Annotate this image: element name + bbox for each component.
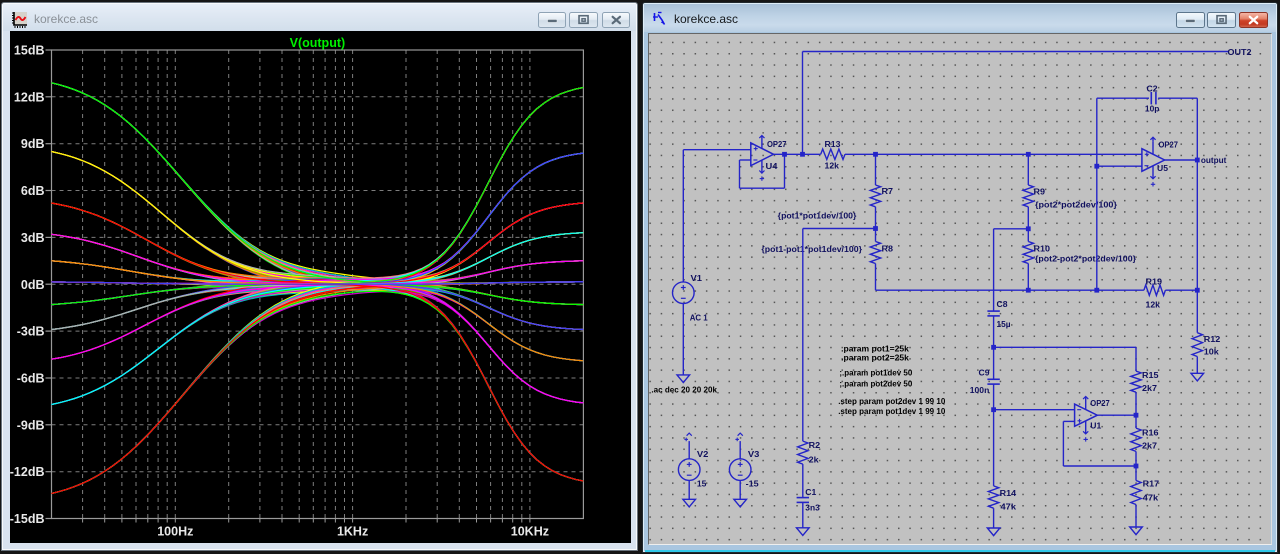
svg-text:0dB: 0dB bbox=[21, 278, 45, 292]
svg-text:{pot1*pot1dev/100}: {pot1*pot1dev/100} bbox=[778, 210, 857, 220]
svg-text:12dB: 12dB bbox=[14, 90, 45, 104]
svg-text:.step param pot1dev 1 99 10: .step param pot1dev 1 99 10 bbox=[838, 406, 945, 416]
svg-text:output: output bbox=[1201, 155, 1227, 165]
svg-text:V1: V1 bbox=[691, 272, 703, 282]
svg-text:47k: 47k bbox=[1001, 501, 1017, 511]
svg-text:15: 15 bbox=[697, 478, 707, 488]
svg-text:{pot2-pot2*pot2dev/100}: {pot2-pot2*pot2dev/100} bbox=[1035, 253, 1137, 263]
svg-text:-15: -15 bbox=[746, 478, 759, 488]
svg-text:15dB: 15dB bbox=[14, 44, 45, 58]
svg-text:-9dB: -9dB bbox=[17, 418, 45, 432]
svg-text:R17: R17 bbox=[1143, 478, 1160, 488]
svg-text:U1: U1 bbox=[1090, 420, 1101, 430]
svg-text:2k7: 2k7 bbox=[1142, 440, 1157, 450]
svg-text:15µ: 15µ bbox=[997, 319, 1011, 329]
svg-text:R16: R16 bbox=[1142, 427, 1159, 437]
svg-text:10k: 10k bbox=[1204, 346, 1219, 356]
svg-text:2k: 2k bbox=[809, 454, 819, 464]
svg-text:6dB: 6dB bbox=[21, 184, 45, 198]
svg-text:R15: R15 bbox=[1142, 370, 1159, 380]
svg-text:R9: R9 bbox=[1034, 186, 1046, 196]
svg-text:U5: U5 bbox=[1157, 162, 1168, 172]
svg-text:C1: C1 bbox=[805, 486, 816, 496]
svg-text:9dB: 9dB bbox=[21, 137, 45, 151]
svg-text:3n3: 3n3 bbox=[805, 502, 820, 512]
svg-text:.step param pot2dev 1 99 10: .step param pot2dev 1 99 10 bbox=[838, 395, 945, 405]
svg-text:OP27: OP27 bbox=[767, 139, 787, 149]
svg-text:V3: V3 bbox=[748, 449, 760, 459]
svg-text:.param pot2=25k: .param pot2=25k bbox=[841, 352, 909, 362]
svg-text:U4: U4 bbox=[766, 161, 778, 171]
svg-text:R12: R12 bbox=[1204, 334, 1221, 344]
svg-text:2k7: 2k7 bbox=[1142, 382, 1157, 392]
svg-text:R13: R13 bbox=[825, 138, 841, 148]
svg-text:R10: R10 bbox=[1034, 243, 1051, 253]
svg-text:AC 1: AC 1 bbox=[690, 312, 708, 322]
svg-text:C8: C8 bbox=[997, 299, 1008, 309]
svg-text:-15dB: -15dB bbox=[10, 512, 45, 526]
svg-text:100Hz: 100Hz bbox=[157, 525, 193, 539]
svg-text:-3dB: -3dB bbox=[17, 325, 45, 339]
svg-text:R7: R7 bbox=[882, 186, 894, 196]
svg-text:-12dB: -12dB bbox=[10, 465, 45, 479]
svg-text:R2: R2 bbox=[809, 440, 821, 450]
svg-text:R14: R14 bbox=[1000, 487, 1017, 497]
svg-text:12k: 12k bbox=[1146, 299, 1161, 309]
svg-text:OP27: OP27 bbox=[1090, 398, 1110, 408]
svg-text:12k: 12k bbox=[825, 160, 840, 170]
svg-text:;.param pot2dev 50: ;.param pot2dev 50 bbox=[839, 378, 912, 388]
svg-text:C9: C9 bbox=[979, 367, 990, 377]
svg-text:.ac dec 20 20 20k: .ac dec 20 20 20k bbox=[651, 384, 717, 394]
svg-text:{pot2*pot2dev/100}: {pot2*pot2dev/100} bbox=[1035, 199, 1118, 209]
svg-text:-6dB: -6dB bbox=[17, 372, 45, 386]
svg-text:;.param pot1dev 50: ;.param pot1dev 50 bbox=[839, 367, 912, 377]
svg-text:R19: R19 bbox=[1146, 276, 1163, 286]
svg-text:10KHz: 10KHz bbox=[511, 525, 549, 539]
svg-text:{pot1-pot1*pot1dev/100}: {pot1-pot1*pot1dev/100} bbox=[761, 244, 862, 254]
svg-text:OP27: OP27 bbox=[1159, 139, 1179, 149]
svg-text:R8: R8 bbox=[882, 243, 894, 253]
svg-text:V(output): V(output) bbox=[290, 36, 346, 50]
svg-text:47k: 47k bbox=[1143, 492, 1159, 502]
svg-text:C2: C2 bbox=[1147, 83, 1158, 93]
svg-text:10p: 10p bbox=[1145, 103, 1160, 113]
svg-text:OUT2: OUT2 bbox=[1228, 46, 1252, 56]
svg-text:3dB: 3dB bbox=[21, 231, 45, 245]
svg-text:1KHz: 1KHz bbox=[337, 525, 368, 539]
svg-text:100n: 100n bbox=[970, 385, 990, 395]
svg-text:V2: V2 bbox=[697, 449, 709, 459]
